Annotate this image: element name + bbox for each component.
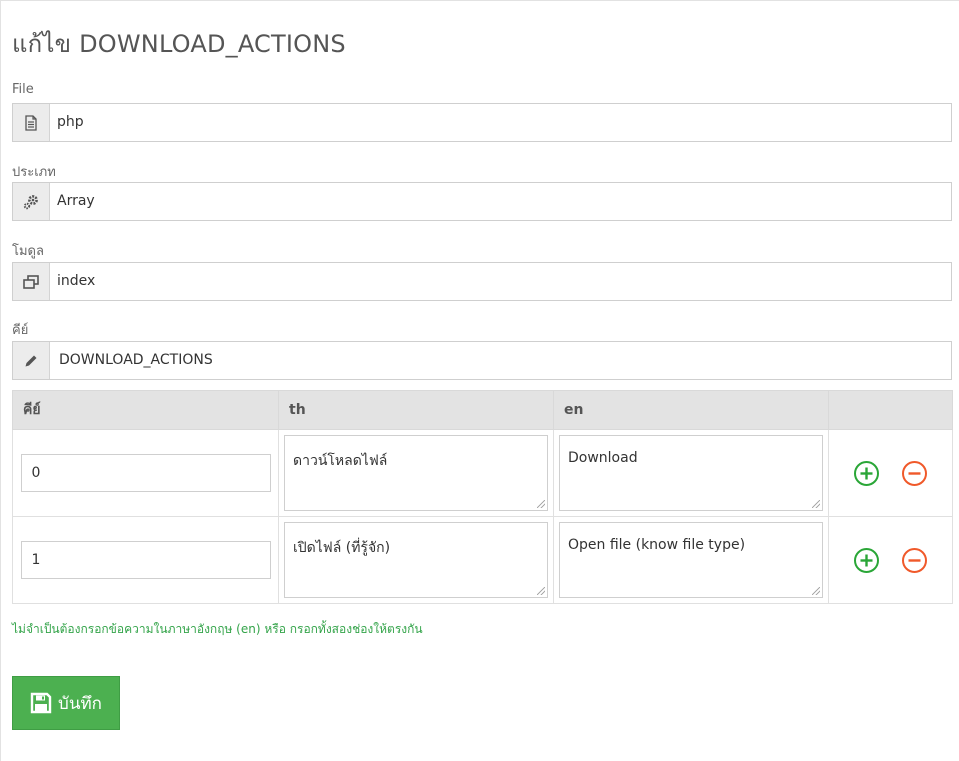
gears-icon (13, 183, 50, 220)
column-header-en: en (553, 390, 829, 430)
type-value: Array (57, 193, 95, 209)
save-button-label: บันทึก (58, 693, 102, 714)
file-label: File (12, 82, 34, 97)
floppy-disk-icon (30, 692, 52, 714)
resize-grip-icon[interactable] (812, 500, 820, 508)
module-value: index (57, 273, 96, 289)
pencil-icon (13, 342, 50, 379)
column-header-actions (828, 390, 953, 430)
add-row-button[interactable] (854, 547, 879, 573)
file-value: php (57, 114, 84, 130)
file-field[interactable]: php (12, 103, 952, 142)
key-value: DOWNLOAD_ACTIONS (59, 352, 213, 368)
table-row: 1 เปิดไฟล์ (ที่รู้จัก) Open file (know f… (12, 516, 953, 604)
row-key-input[interactable]: 1 (20, 541, 271, 579)
type-field[interactable]: Array (12, 182, 952, 221)
resize-grip-icon[interactable] (537, 587, 545, 595)
minus-icon (908, 558, 921, 562)
table-row: 0 ดาวน์โหลดไฟล์ Download (12, 429, 953, 517)
row-en-text: Open file (know file type) (568, 537, 746, 553)
remove-row-button[interactable] (902, 547, 927, 573)
file-icon (13, 104, 50, 141)
row-th-textarea[interactable]: เปิดไฟล์ (ที่รู้จัก) (284, 522, 548, 598)
resize-grip-icon[interactable] (537, 500, 545, 508)
column-header-th: th (278, 390, 554, 430)
minus-icon (908, 471, 921, 475)
plus-icon (860, 467, 873, 479)
row-en-text: Download (568, 450, 638, 466)
module-label: โมดูล (12, 244, 44, 259)
row-en-textarea[interactable]: Open file (know file type) (559, 522, 823, 598)
type-label: ประเภท (12, 165, 56, 180)
resize-grip-icon[interactable] (812, 587, 820, 595)
plus-icon (860, 554, 873, 566)
column-header-key: คีย์ (12, 390, 279, 430)
row-th-textarea[interactable]: ดาวน์โหลดไฟล์ (284, 435, 548, 511)
page-title: แก้ไข DOWNLOAD_ACTIONS (12, 30, 346, 58)
save-button[interactable]: บันทึก (12, 676, 120, 730)
translations-table: คีย์ th en 0 ดาวน์โหลดไฟล์ Download 1 เป… (12, 390, 953, 604)
row-en-textarea[interactable]: Download (559, 435, 823, 511)
add-row-button[interactable] (854, 460, 879, 486)
remove-row-button[interactable] (902, 460, 927, 486)
row-key-input[interactable]: 0 (20, 454, 271, 492)
windows-icon (13, 263, 50, 300)
key-field[interactable]: DOWNLOAD_ACTIONS (12, 341, 952, 380)
row-th-text: เปิดไฟล์ (ที่รู้จัก) (293, 540, 391, 556)
row-th-text: ดาวน์โหลดไฟล์ (293, 453, 388, 469)
key-label: คีย์ (12, 323, 29, 338)
hint-text: ไม่จำเป็นต้องกรอกข้อความในภาษาอังกฤษ (en… (12, 622, 423, 636)
module-field[interactable]: index (12, 262, 952, 301)
